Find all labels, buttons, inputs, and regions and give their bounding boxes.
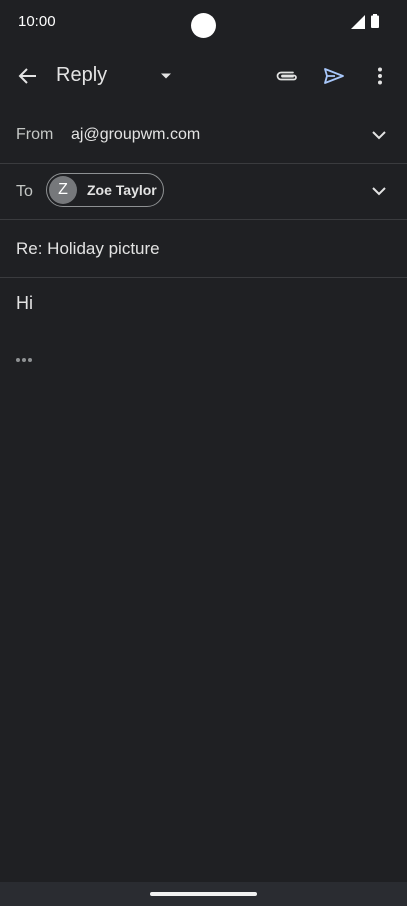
from-field[interactable]: aj@groupwm.com (71, 126, 200, 144)
to-label: To (16, 183, 33, 200)
back-arrow-icon (18, 68, 36, 84)
recipient-chip[interactable]: Z Zoe Taylor (46, 173, 164, 207)
chevron-down-icon (372, 130, 386, 139)
from-expand-button[interactable] (364, 120, 394, 150)
home-indicator[interactable] (150, 892, 257, 896)
avatar: Z (49, 176, 77, 204)
subject-row: Re: Holiday picture (0, 220, 407, 277)
more-options-button[interactable] (360, 56, 400, 96)
signal-icon (351, 15, 365, 29)
status-time: 10:00 (18, 13, 56, 30)
page-title: Reply (56, 64, 108, 86)
recipient-name: Zoe Taylor (87, 182, 157, 198)
more-horiz-icon (16, 358, 32, 362)
chevron-down-icon (372, 186, 386, 195)
message-body[interactable]: Hi (16, 293, 33, 314)
battery-icon (371, 14, 379, 28)
attachment-icon (276, 71, 297, 81)
back-button[interactable] (8, 56, 48, 96)
navigation-bar (0, 882, 407, 906)
reply-type-dropdown[interactable] (146, 56, 186, 96)
status-bar: 10:00 (0, 0, 407, 44)
show-quoted-text-button[interactable] (15, 350, 33, 368)
attach-button[interactable] (267, 56, 307, 96)
front-camera (191, 13, 216, 38)
subject-field[interactable]: Re: Holiday picture (16, 239, 160, 259)
more-vert-icon (378, 67, 382, 85)
from-label: From (16, 126, 54, 143)
to-expand-button[interactable] (364, 176, 394, 206)
app-bar: Reply (0, 50, 407, 102)
send-button[interactable] (314, 56, 354, 96)
to-row: To Z Zoe Taylor (0, 164, 407, 219)
from-row: From aj@groupwm.com (0, 110, 407, 163)
divider (0, 277, 407, 278)
send-icon (324, 68, 344, 84)
dropdown-arrow-icon (161, 73, 171, 79)
